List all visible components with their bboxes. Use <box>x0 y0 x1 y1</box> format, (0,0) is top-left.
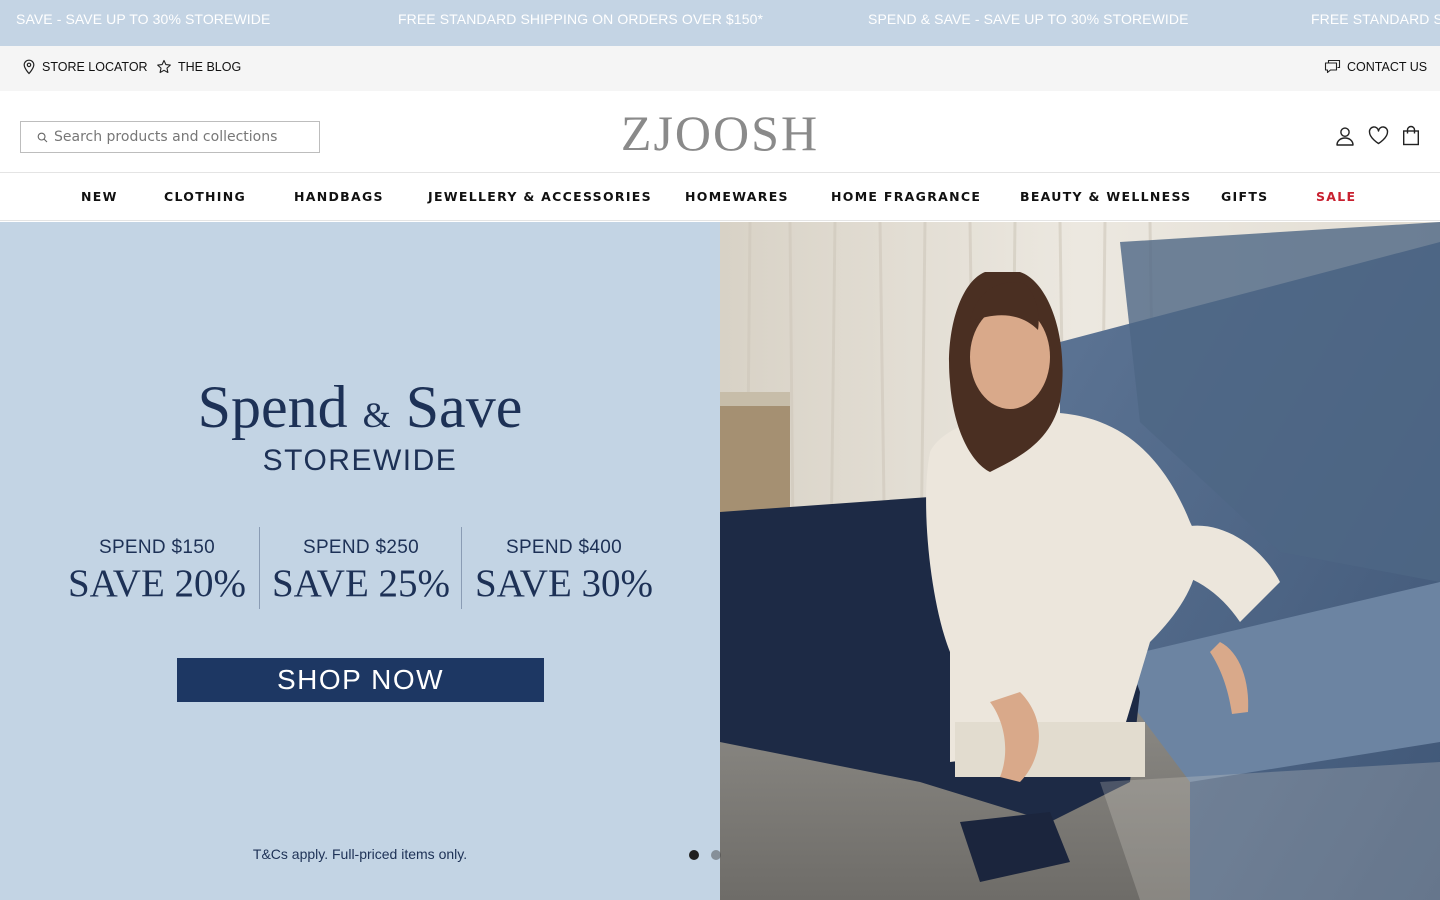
tier-2: SPEND $250 SAVE 25% <box>261 537 461 606</box>
nav-item-homewares[interactable]: HOMEWARES <box>685 189 789 204</box>
tier-spend: SPEND $150 <box>98 537 215 558</box>
nav-item-beauty-wellness[interactable]: BEAUTY & WELLNESS <box>1020 189 1192 204</box>
promo-panel[interactable]: Spend & Save STOREWIDE SPEND $150 SAVE 2… <box>0 222 720 900</box>
carousel-dot[interactable] <box>689 850 699 860</box>
tier-save: SAVE 30% <box>474 562 654 605</box>
blog-link[interactable]: THE BLOG <box>156 59 241 75</box>
nav-item-gifts[interactable]: GIFTS <box>1221 189 1268 204</box>
tier-divider <box>461 527 462 609</box>
blog-label: THE BLOG <box>178 60 242 74</box>
nav-item-sale[interactable]: SALE <box>1316 189 1356 204</box>
headline-spend: Spend <box>197 374 348 440</box>
search-input[interactable] <box>54 129 314 145</box>
tier-3: SPEND $400 SAVE 30% <box>464 537 664 606</box>
tier-save: SAVE 20% <box>67 562 247 605</box>
tier-spend: SPEND $250 <box>302 537 419 558</box>
store-locator-link[interactable]: STORE LOCATOR <box>22 59 148 75</box>
search-box[interactable] <box>20 121 320 153</box>
hero-banner: Spend & Save STOREWIDE SPEND $150 SAVE 2… <box>0 222 1440 900</box>
terms-note: T&Cs apply. Full-priced items only. <box>252 846 468 862</box>
map-pin-icon <box>22 59 36 75</box>
headline-ampersand: & <box>362 395 391 435</box>
shopping-bag-icon[interactable] <box>1402 125 1420 150</box>
carousel-dots <box>689 850 721 860</box>
hero-lifestyle-image[interactable] <box>720 222 1440 900</box>
nav-item-new[interactable]: NEW <box>81 189 118 204</box>
search-icon <box>37 128 48 147</box>
promo-headline: Spend & Save <box>0 372 720 450</box>
chat-icon <box>1324 59 1341 74</box>
store-locator-label: STORE LOCATOR <box>42 60 148 74</box>
nav-item-clothing[interactable]: CLOTHING <box>164 189 246 204</box>
header-icons <box>1335 125 1420 150</box>
nav-item-home-fragrance[interactable]: HOME FRAGRANCE <box>831 189 981 204</box>
promo-subheadline: STOREWIDE <box>262 444 458 477</box>
tier-save: SAVE 25% <box>271 562 451 605</box>
wishlist-heart-icon[interactable] <box>1368 126 1389 149</box>
nav-item-handbags[interactable]: HANDBAGS <box>294 189 384 204</box>
star-icon <box>156 59 172 75</box>
announcement-message[interactable]: FREE STANDARD S <box>1311 11 1440 27</box>
carousel-dot[interactable] <box>711 850 721 860</box>
shop-now-button[interactable]: SHOP NOW <box>177 658 544 702</box>
nav-item-jewellery-accessories[interactable]: JEWELLERY & ACCESSORIES <box>428 189 652 204</box>
announcement-bar: SAVE - SAVE UP TO 30% STOREWIDE FREE STA… <box>0 0 1440 46</box>
utility-bar: STORE LOCATOR THE BLOG CONTACT US <box>0 46 1440 91</box>
account-icon[interactable] <box>1335 126 1355 150</box>
announcement-message[interactable]: SPEND & SAVE - SAVE UP TO 30% STOREWIDE <box>868 11 1189 27</box>
site-header: ZJOOSH <box>0 91 1440 173</box>
headline-save: Save <box>405 374 523 440</box>
announcement-message[interactable]: FREE STANDARD SHIPPING ON ORDERS OVER $1… <box>398 11 763 27</box>
site-logo[interactable]: ZJOOSH <box>560 105 880 161</box>
contact-us-link[interactable]: CONTACT US <box>1324 59 1427 74</box>
main-navigation: NEW CLOTHING HANDBAGS JEWELLERY & ACCESS… <box>0 174 1440 221</box>
tier-1: SPEND $150 SAVE 20% <box>57 537 257 606</box>
contact-us-label: CONTACT US <box>1347 59 1428 74</box>
tier-divider <box>259 527 260 609</box>
tier-spend: SPEND $400 <box>505 537 622 558</box>
announcement-message[interactable]: SAVE - SAVE UP TO 30% STOREWIDE <box>16 11 270 27</box>
